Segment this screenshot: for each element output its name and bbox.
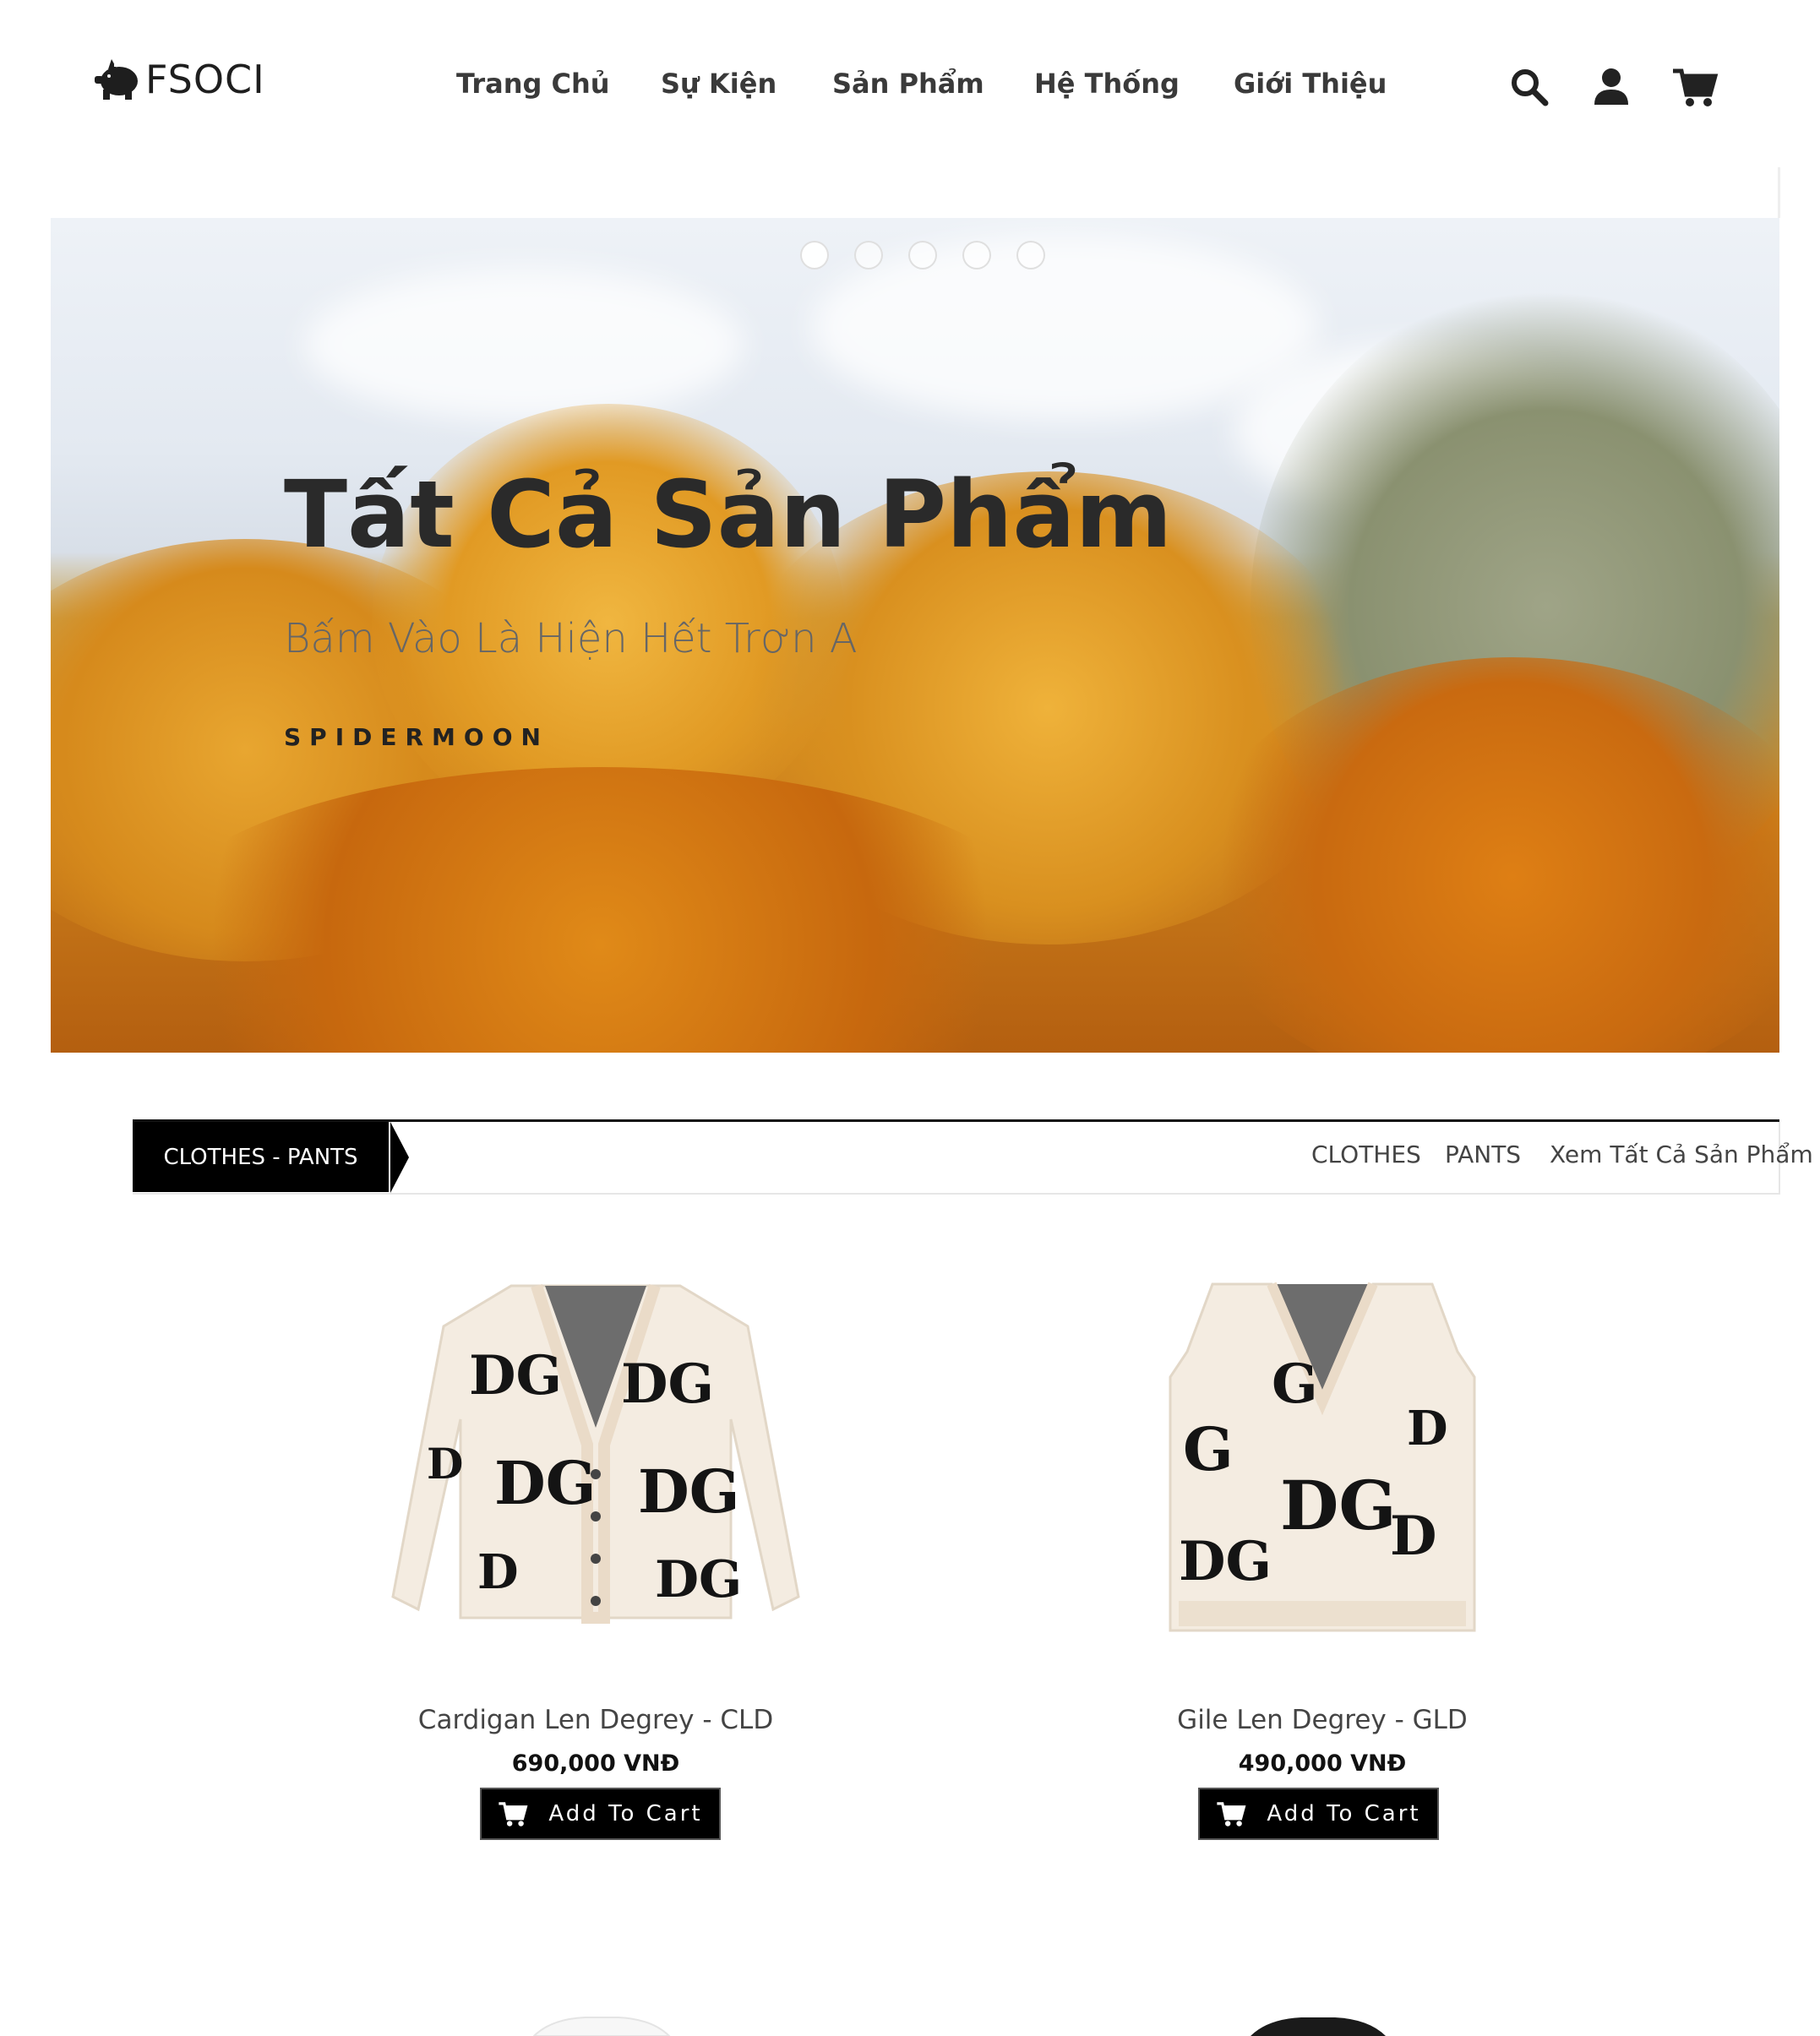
nav-item-products[interactable]: Sản Phẩm: [832, 68, 984, 100]
hero-subtitle: Bấm Vào Là Hiện Hết Trơn A: [284, 615, 858, 662]
add-to-cart-button[interactable]: Add To Cart: [1198, 1788, 1439, 1840]
product-price: 490,000 VNĐ: [1238, 1750, 1407, 1777]
product-image-cardigan[interactable]: DG DG DG DG D DG D: [376, 1276, 815, 1664]
slide-dot-2[interactable]: [854, 241, 883, 269]
svg-text:DG: DG: [638, 1456, 739, 1527]
search-icon[interactable]: [1508, 66, 1550, 108]
add-to-cart-label: Add To Cart: [548, 1801, 703, 1826]
slide-dot-4[interactable]: [962, 241, 991, 269]
category-link-clothes[interactable]: CLOTHES: [1311, 1140, 1421, 1168]
cart-icon: [1217, 1802, 1246, 1826]
product-image-gile[interactable]: G G DG D DG D: [1103, 1276, 1542, 1664]
hero-title: Tất Cả Sản Phẩm: [284, 460, 1173, 569]
svg-text:DG: DG: [494, 1448, 596, 1518]
svg-text:DG: DG: [655, 1550, 742, 1609]
site-logo[interactable]: FSOCI: [91, 56, 265, 103]
nav-item-home[interactable]: Trang Chủ: [456, 68, 610, 100]
category-label[interactable]: CLOTHES - PANTS: [133, 1122, 389, 1192]
slide-dot-5[interactable]: [1016, 241, 1045, 269]
svg-text:DG: DG: [469, 1344, 562, 1407]
svg-text:DG: DG: [1179, 1530, 1272, 1593]
cart-icon: [499, 1802, 528, 1826]
category-link-all-products[interactable]: Xem Tất Cả Sản Phẩm: [1550, 1140, 1813, 1168]
add-to-cart-label: Add To Cart: [1267, 1801, 1421, 1826]
piggy-bank-icon: [95, 59, 138, 100]
svg-text:D: D: [1390, 1505, 1437, 1568]
svg-text:G: G: [1183, 1414, 1234, 1484]
svg-text:DG: DG: [621, 1353, 714, 1416]
category-arrow-icon: [390, 1122, 409, 1193]
hero-edge: [1778, 167, 1780, 218]
product-price: 690,000 VNĐ: [511, 1750, 680, 1777]
hero-tag: SPIDERMOON: [284, 723, 549, 751]
svg-text:D: D: [477, 1544, 519, 1600]
nav-item-system[interactable]: Hệ Thống: [1034, 68, 1180, 100]
category-link-pants[interactable]: PANTS: [1445, 1140, 1521, 1168]
product-card-cardigan[interactable]: DG DG DG DG D DG D: [376, 1276, 815, 1668]
product-name[interactable]: Gile Len Degrey - GLD: [1103, 1705, 1542, 1735]
user-icon[interactable]: [1590, 66, 1632, 108]
product-card-gile[interactable]: G G DG D DG D: [1103, 1276, 1542, 1668]
add-to-cart-button[interactable]: Add To Cart: [480, 1788, 721, 1840]
product-name[interactable]: Cardigan Len Degrey - CLD: [376, 1705, 815, 1735]
svg-text:DG: DG: [1280, 1466, 1397, 1545]
svg-text:G: G: [1272, 1353, 1318, 1416]
slide-dot-1[interactable]: [800, 241, 829, 269]
product-image-next-2[interactable]: [1217, 2011, 1419, 2036]
logo-text: FSOCI: [145, 57, 265, 102]
product-image-next-1[interactable]: [500, 2011, 703, 2036]
svg-text:D: D: [427, 1439, 463, 1489]
cart-icon[interactable]: [1671, 66, 1719, 108]
nav-item-events[interactable]: Sự Kiện: [661, 68, 776, 100]
svg-text:D: D: [1407, 1401, 1448, 1456]
slide-dot-3[interactable]: [908, 241, 937, 269]
nav-item-about[interactable]: Giới Thiệu: [1234, 68, 1387, 100]
